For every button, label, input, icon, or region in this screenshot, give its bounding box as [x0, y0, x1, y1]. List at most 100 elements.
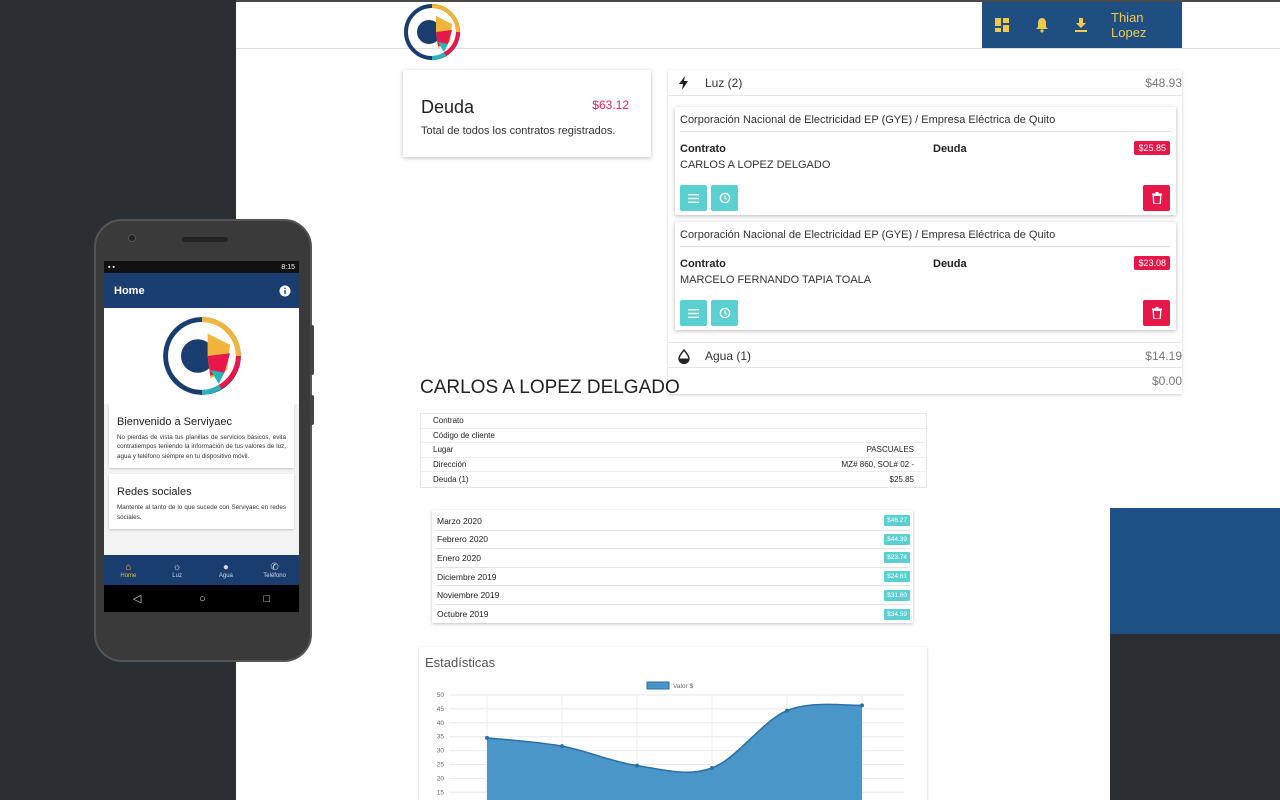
accordion-header-agua[interactable]: Agua (1) $14.19	[668, 342, 1182, 368]
month-amount-badge: $24.61	[884, 571, 910, 583]
detail-holder-name: CARLOS A LOPEZ DELGADO	[420, 377, 680, 398]
info-label: Deuda (1)	[433, 475, 469, 485]
data-point	[560, 744, 564, 749]
download-icon[interactable]	[1061, 2, 1101, 48]
luz-label: Luz (2)	[705, 76, 743, 90]
provider-name: Corporación Nacional de Electricidad EP …	[680, 114, 1170, 132]
list-icon	[688, 308, 699, 318]
series-area	[487, 704, 862, 800]
contract-debt-badge: $25.85	[1134, 141, 1170, 155]
data-point	[710, 766, 714, 771]
phone-screen: ▪ ▪ 8:15 Home Bienvenido a Serviyaec No …	[104, 261, 299, 612]
y-tick-label: 20	[437, 775, 445, 782]
social-text: Mantente al tanto de lo que sucede con S…	[117, 504, 286, 521]
info-label: Código de cliente	[433, 430, 495, 440]
month-label: Marzo 2020	[437, 515, 482, 526]
phone-logo-area	[104, 308, 299, 404]
delete-button[interactable]	[1143, 185, 1170, 211]
agua-amount: $14.19	[1145, 349, 1182, 363]
data-point	[485, 735, 489, 740]
data-point	[635, 763, 639, 768]
y-tick-label: 35	[437, 734, 445, 741]
debt-subtitle: Total de todos los contratos registrados…	[421, 125, 616, 137]
debt-title: Deuda	[421, 97, 475, 117]
background-blue-block	[1110, 508, 1280, 634]
y-tick-label: 30	[437, 748, 445, 755]
contract-label: Contrato	[680, 143, 726, 155]
info-row: Código de cliente	[421, 429, 926, 444]
month-amount-badge: $46.27	[884, 515, 910, 527]
statistics-card: Estadísticas Valor $50 45 40 35 30 25 20 15	[419, 647, 927, 800]
user-menu[interactable]: Thian Lopez	[1101, 10, 1182, 40]
list-item[interactable]: Enero 2020 $23.74	[435, 549, 910, 568]
android-system-nav: ◁ ○ □	[104, 585, 299, 612]
history-button[interactable]	[711, 185, 738, 211]
bell-icon[interactable]	[1022, 2, 1062, 48]
nav-telefono[interactable]: ✆ Teléfono	[250, 555, 299, 585]
nav-agua[interactable]: ● Agua	[202, 555, 251, 585]
dashboard-icon[interactable]	[982, 2, 1022, 48]
phone-icon: ✆	[270, 561, 279, 573]
phone-app-title: Home	[114, 284, 145, 297]
other-amount: $0.00	[1151, 374, 1182, 388]
month-amount-badge: $34.59	[884, 608, 910, 620]
total-debt-card: Deuda $63.12 Total de todos los contrato…	[403, 70, 651, 157]
history-icon	[719, 307, 730, 319]
provider-name: Corporación Nacional de Electricidad EP …	[680, 229, 1170, 247]
phone-status-bar: ▪ ▪ 8:15	[104, 261, 299, 273]
status-time: 8:15	[281, 263, 295, 271]
month-amount-badge: $31.60	[884, 589, 910, 601]
list-item[interactable]: Noviembre 2019 $31.60	[435, 586, 910, 605]
nav-home[interactable]: ⌂ Home	[104, 555, 153, 585]
statistics-chart: Valor $ 50 45 40 35 30 25 20 15	[437, 681, 904, 800]
list-button[interactable]	[680, 185, 707, 211]
info-icon[interactable]	[279, 285, 291, 297]
history-icon	[719, 192, 730, 204]
welcome-title: Bienvenido a Serviyaec	[117, 416, 232, 428]
y-tick-label: 25	[437, 762, 445, 769]
back-icon[interactable]: ◁	[133, 592, 141, 605]
info-label: Lugar	[433, 445, 454, 455]
list-button[interactable]	[680, 300, 707, 326]
recents-icon[interactable]: □	[263, 593, 270, 605]
list-item[interactable]: Marzo 2020 $46.27	[435, 512, 910, 531]
monthly-bills-list: Marzo 2020 $46.27 Febrero 2020 $44.39 Ener…	[432, 510, 913, 623]
accordion-header-luz[interactable]: Luz (2) $48.93	[668, 70, 1182, 96]
nav-label: Teléfono	[263, 572, 286, 579]
info-row: Dirección MZ# 860, SOL# 02 -	[421, 458, 926, 473]
nav-label: Luz	[172, 572, 182, 579]
list-item[interactable]: Febrero 2020 $44.39	[435, 531, 910, 550]
social-card: Redes sociales Mantente al tanto de lo q…	[109, 474, 294, 530]
list-item[interactable]: Diciembre 2019 $24.61	[435, 568, 910, 587]
info-value: MZ# 860, SOL# 02 -	[841, 460, 914, 470]
accordion-header-other[interactable]: $0.00	[668, 368, 1182, 394]
history-button[interactable]	[711, 300, 738, 326]
month-label: Octubre 2019	[437, 609, 489, 620]
month-amount-badge: $23.74	[884, 552, 910, 564]
month-amount-badge: $44.39	[884, 533, 910, 545]
debt-label: Deuda	[933, 258, 967, 270]
contract-card: Corporación Nacional de Electricidad EP …	[675, 107, 1176, 215]
contract-debt-badge: $23.08	[1134, 256, 1170, 270]
header-toolbar: Thian Lopez	[982, 2, 1182, 48]
background-dark-block	[1110, 634, 1280, 800]
luz-amount: $48.93	[1145, 76, 1182, 90]
brand-logo	[162, 317, 241, 395]
home-circle-icon[interactable]: ○	[199, 593, 206, 605]
notification-icons: ▪ ▪	[108, 263, 115, 271]
info-label: Dirección	[433, 460, 467, 470]
delete-button[interactable]	[1143, 300, 1170, 326]
nav-luz[interactable]: ☼ Luz	[153, 555, 202, 585]
lightbulb-icon: ☼	[172, 561, 182, 573]
contract-card: Corporación Nacional de Electricidad EP …	[675, 222, 1176, 330]
info-row: Deuda (1) $25.85	[421, 472, 926, 487]
legend-label: Valor $	[673, 683, 693, 690]
month-label: Diciembre 2019	[437, 571, 497, 582]
phone-side-button	[310, 395, 314, 425]
brand-logo[interactable]	[402, 2, 462, 62]
info-row: Contrato	[421, 414, 926, 429]
nav-label: Agua	[218, 572, 233, 579]
lightning-icon	[679, 76, 688, 90]
list-item[interactable]: Octubre 2019 $34.59	[435, 605, 910, 624]
trash-icon	[1151, 307, 1162, 319]
